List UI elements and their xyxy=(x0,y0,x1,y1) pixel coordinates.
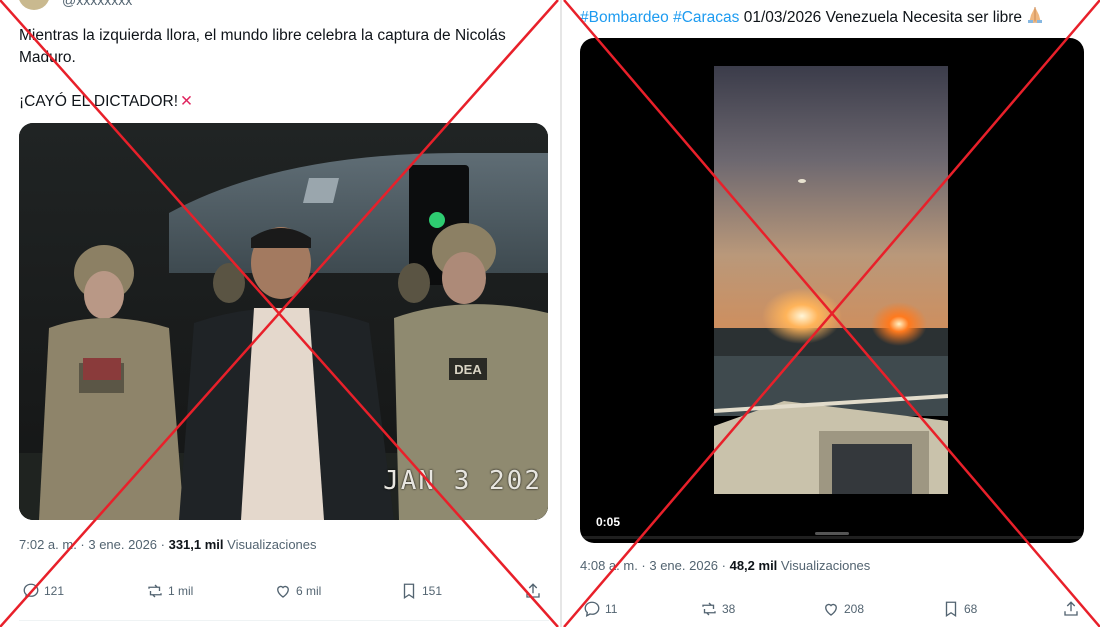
pray-emoji-icon xyxy=(1026,6,1044,31)
hashtag-link[interactable]: #Bombardeo xyxy=(580,9,669,26)
reply-button[interactable]: 121 xyxy=(22,582,64,600)
video-frame xyxy=(714,66,948,494)
post-handle[interactable]: @xxxxxxxx xyxy=(62,0,132,8)
views-label: Visualizaciones xyxy=(777,558,871,573)
bookmark-count: 151 xyxy=(422,584,443,598)
bookmark-count: 68 xyxy=(964,602,978,616)
divider xyxy=(19,620,549,621)
post-actions: 121 1 mil 6 mil 151 xyxy=(19,582,549,604)
post-text-line: 01/03/2026 Venezuela Necesita ser libre xyxy=(739,9,1027,26)
repost-icon xyxy=(148,584,162,598)
reply-icon xyxy=(584,601,600,617)
share-icon xyxy=(526,583,540,598)
post-text-line: Mientras la izquierda llora, el mundo li… xyxy=(19,27,506,66)
like-button[interactable]: 6 mil xyxy=(274,582,321,600)
bookmark-icon xyxy=(403,583,415,600)
post-text-line: ¡CAYÓ EL DICTADOR! xyxy=(19,93,179,110)
reply-icon xyxy=(23,583,39,599)
bookmark-icon xyxy=(945,601,957,618)
bookmark-button[interactable]: 151 xyxy=(400,582,442,600)
share-icon xyxy=(1064,601,1078,616)
like-icon xyxy=(277,585,289,598)
red-x-emoji-icon: ✕ xyxy=(180,93,194,110)
video-progress-bar[interactable] xyxy=(580,536,1084,539)
photo-date-stamp: JAN 3 202 xyxy=(383,466,542,496)
video-scrub-handle[interactable] xyxy=(815,532,849,535)
right-post-text: #Bombardeo #Caracas 01/03/2026 Venezuela… xyxy=(580,6,1090,31)
repost-icon xyxy=(702,602,716,616)
post-timestamp[interactable]: 4:08 a. m. · 3 ene. 2026 · xyxy=(580,558,730,573)
post-actions: 11 38 208 68 xyxy=(580,600,1085,622)
repost-button[interactable]: 38 xyxy=(700,600,735,618)
views-count: 48,2 mil xyxy=(729,558,778,573)
repost-count: 38 xyxy=(722,602,736,616)
like-count: 6 mil xyxy=(296,584,322,598)
svg-text:DEA: DEA xyxy=(454,362,482,377)
like-button[interactable]: 208 xyxy=(822,600,864,618)
left-post-text: Mientras la izquierda llora, el mundo li… xyxy=(19,25,549,113)
hashtag-link[interactable]: #Caracas xyxy=(673,9,739,26)
reply-count: 121 xyxy=(44,584,65,598)
views-label: Visualizaciones xyxy=(223,537,317,552)
post-meta: 4:08 a. m. · 3 ene. 2026 · 48,2 mil Visu… xyxy=(580,558,870,573)
repost-button[interactable]: 1 mil xyxy=(146,582,193,600)
reply-button[interactable]: 11 xyxy=(583,600,617,618)
like-icon xyxy=(825,603,837,616)
post-video[interactable]: 0:05 xyxy=(580,38,1084,543)
share-button[interactable] xyxy=(524,582,542,600)
repost-count: 1 mil xyxy=(168,584,194,598)
share-button[interactable] xyxy=(1062,600,1080,618)
views-count: 331,1 mil xyxy=(168,537,224,552)
video-duration: 0:05 xyxy=(596,515,621,529)
avatar[interactable] xyxy=(18,0,50,10)
bookmark-button[interactable]: 68 xyxy=(942,600,977,618)
reply-count: 11 xyxy=(605,602,618,616)
post-photo[interactable]: DEA JAN 3 202 xyxy=(19,123,548,520)
like-count: 208 xyxy=(844,602,865,616)
post-meta: 7:02 a. m. · 3 ene. 2026 · 331,1 mil Vis… xyxy=(19,537,317,552)
post-timestamp[interactable]: 7:02 a. m. · 3 ene. 2026 · xyxy=(19,537,169,552)
